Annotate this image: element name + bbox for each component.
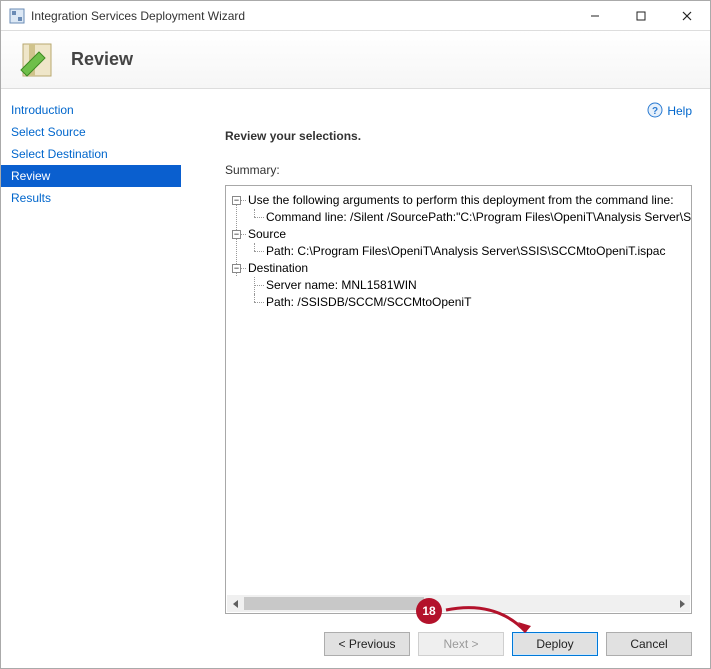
summary-label: Summary: [225, 163, 692, 185]
previous-button[interactable]: < Previous [324, 632, 410, 656]
scroll-right-icon[interactable] [673, 595, 690, 612]
sidebar-item-select-destination[interactable]: Select Destination [1, 143, 181, 165]
annotation-badge: 18 [416, 598, 442, 624]
wizard-header: Review [1, 31, 710, 89]
app-icon [9, 8, 25, 24]
tree-dest-heading: Destination [248, 261, 308, 275]
section-heading: Review your selections. [225, 123, 692, 163]
scroll-left-icon[interactable] [227, 595, 244, 612]
tree-dest-server: Server name: MNL1581WIN [266, 278, 417, 292]
wizard-window: Integration Services Deployment Wizard R… [0, 0, 711, 669]
help-link[interactable]: Help [667, 104, 692, 118]
sidebar-item-select-source[interactable]: Select Source [1, 121, 181, 143]
titlebar: Integration Services Deployment Wizard [1, 1, 710, 31]
window-title: Integration Services Deployment Wizard [31, 9, 572, 23]
sidebar-item-results[interactable]: Results [1, 187, 181, 209]
tree-source-path: Path: C:\Program Files\OpeniT\Analysis S… [266, 244, 665, 258]
tree-cmdline-heading: Use the following arguments to perform t… [248, 193, 674, 207]
cancel-button[interactable]: Cancel [606, 632, 692, 656]
content-pane: ? Help Review your selections. Summary: … [181, 89, 710, 668]
help-icon[interactable]: ? [647, 102, 663, 121]
scroll-thumb[interactable] [244, 597, 424, 610]
tree-source-heading: Source [248, 227, 286, 241]
minimize-button[interactable] [572, 1, 618, 31]
wizard-body: Introduction Select Source Select Destin… [1, 89, 710, 668]
sidebar: Introduction Select Source Select Destin… [1, 89, 181, 668]
wizard-step-icon [17, 40, 57, 80]
maximize-button[interactable] [618, 1, 664, 31]
tree-collapse-icon[interactable]: − [232, 264, 241, 273]
tree-collapse-icon[interactable]: − [232, 196, 241, 205]
sidebar-item-introduction[interactable]: Introduction [1, 99, 181, 121]
tree-dest-path: Path: /SSISDB/SCCM/SCCMtoOpeniT [266, 295, 471, 309]
svg-text:?: ? [652, 106, 658, 117]
annotation-arrow-icon [441, 600, 541, 650]
tree-cmdline-value: Command line: /Silent /SourcePath:"C:\Pr… [266, 210, 691, 224]
close-button[interactable] [664, 1, 710, 31]
tree-collapse-icon[interactable]: − [232, 230, 241, 239]
page-title: Review [71, 49, 133, 70]
summary-tree[interactable]: − Use the following arguments to perform… [225, 185, 692, 614]
sidebar-item-review[interactable]: Review [1, 165, 181, 187]
